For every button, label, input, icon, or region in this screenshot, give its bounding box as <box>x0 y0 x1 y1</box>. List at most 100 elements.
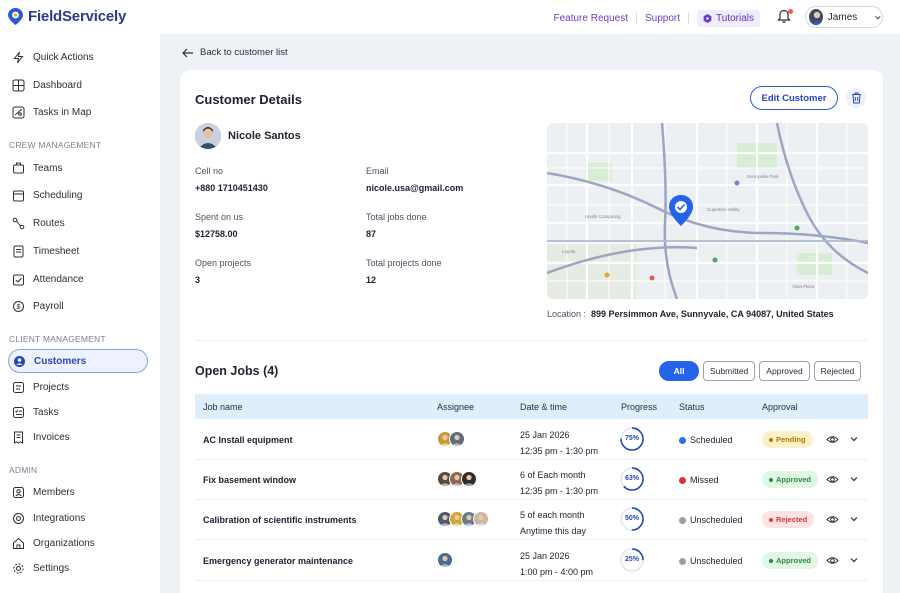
job-name[interactable]: Emergency generator maintenance <box>203 556 353 566</box>
approval-badge: Rejected <box>762 511 815 528</box>
page-title: Customer Details <box>195 92 302 107</box>
job-name[interactable]: Fix basement window <box>203 475 296 485</box>
email-label: Email <box>366 166 389 176</box>
job-name[interactable]: Calibration of scientific instruments <box>203 515 357 525</box>
invoice-icon <box>14 431 23 444</box>
payroll-icon: $ <box>13 300 24 312</box>
approval-badge: Approved <box>762 552 819 569</box>
sidebar-item-dashboard[interactable]: Dashboard <box>8 74 148 96</box>
cell-label: Cell no <box>195 166 224 176</box>
sidebar-item-label: Scheduling <box>33 189 83 201</box>
status-badge: Missed <box>679 475 719 485</box>
col-assignee[interactable]: Assignee <box>437 402 474 412</box>
sidebar-item-settings[interactable]: Settings <box>8 557 148 579</box>
job-date: 6 of Each month <box>520 470 586 480</box>
chevron-down-icon[interactable] <box>848 554 860 566</box>
sidebar-item-quick-actions[interactable]: Quick Actions <box>8 46 148 68</box>
sidebar-item-payroll[interactable]: $ Payroll <box>8 295 148 317</box>
support-link[interactable]: Support <box>637 13 688 24</box>
eye-icon[interactable] <box>826 554 839 567</box>
eye-icon[interactable] <box>826 433 839 446</box>
back-link[interactable]: Back to customer list <box>182 47 288 58</box>
top-bar: FieldServicely Feature Request Support T… <box>0 0 900 34</box>
section-title-client: CLIENT MANAGEMENT <box>9 334 106 344</box>
assignee-avatar <box>449 431 465 447</box>
email-value: nicole.usa@gmail.com <box>366 183 464 193</box>
svg-text:$: $ <box>17 304 21 311</box>
col-job-name[interactable]: Job name <box>203 402 243 412</box>
sidebar-item-routes[interactable]: Routes <box>8 212 148 234</box>
customer-avatar <box>195 123 221 149</box>
table-row[interactable]: Calibration of scientific instruments 5 … <box>195 499 868 540</box>
table-row[interactable]: AC Install equipment 25 Jan 2026 12:35 pm… <box>195 419 868 460</box>
members-icon <box>13 486 24 498</box>
lightning-icon <box>13 51 24 63</box>
sidebar-item-attendance[interactable]: Attendance <box>8 268 148 290</box>
filter-submitted[interactable]: Submitted <box>703 361 756 381</box>
feature-request-link[interactable]: Feature Request <box>545 13 636 24</box>
status-badge: Unscheduled <box>679 515 743 525</box>
notifications-button[interactable] <box>777 9 793 25</box>
sidebar-item-members[interactable]: Members <box>8 481 148 503</box>
table-row[interactable]: Fix basement window 6 of Each month 12:35… <box>195 459 868 500</box>
customers-icon <box>14 355 25 367</box>
chevron-down-icon[interactable] <box>848 513 860 525</box>
status-dot <box>679 436 686 444</box>
job-datetime: 25 Jan 2026 1:00 pm - 4:00 pm <box>520 548 593 580</box>
filter-all[interactable]: All <box>659 361 699 381</box>
job-time: 1:00 pm - 4:00 pm <box>520 567 594 577</box>
assignee-avatar <box>473 511 489 527</box>
delete-button[interactable] <box>846 88 866 108</box>
tutorials-button[interactable]: Tutorials <box>697 10 760 27</box>
sidebar-item-label: Dashboard <box>33 79 82 91</box>
sidebar-item-teams[interactable]: Teams <box>8 157 148 179</box>
progress-value: 63% <box>624 475 639 482</box>
sidebar-item-projects[interactable]: Projects <box>8 376 148 398</box>
edit-customer-button[interactable]: Edit Customer <box>750 86 838 110</box>
sidebar-item-organizations[interactable]: Organizations <box>8 532 148 554</box>
sidebar-item-tasks-in-map[interactable]: Tasks in Map <box>8 101 148 123</box>
col-progress[interactable]: Progress <box>621 402 657 412</box>
divider <box>195 340 868 341</box>
sidebar-item-scheduling[interactable]: Scheduling <box>8 184 148 206</box>
col-date-time[interactable]: Date & time <box>520 402 567 412</box>
col-approval[interactable]: Approval <box>762 402 798 412</box>
chevron-down-icon[interactable] <box>848 433 860 445</box>
approval-label: Rejected <box>776 515 808 524</box>
sidebar-item-integrations[interactable]: Integrations <box>8 507 148 529</box>
approval-label: Approved <box>776 475 812 484</box>
user-menu[interactable]: James <box>805 6 883 28</box>
chevron-down-icon[interactable] <box>848 473 860 485</box>
sidebar-item-label: Projects <box>33 381 70 393</box>
organizations-icon <box>13 537 24 549</box>
open-jobs-title: Open Jobs (4) <box>195 364 279 378</box>
job-time: 12:35 pm - 1:30 pm <box>520 446 599 456</box>
filter-rejected[interactable]: Rejected <box>813 361 862 381</box>
sidebar-item-invoices[interactable]: Invoices <box>8 426 148 448</box>
section-title-admin: ADMIN <box>9 465 38 475</box>
app-logo[interactable]: FieldServicely <box>8 8 126 25</box>
sidebar-item-label: Timesheet <box>33 245 80 257</box>
eye-icon[interactable] <box>826 473 839 486</box>
sidebar-item-customers[interactable]: Customers <box>8 349 148 373</box>
table-row[interactable]: Emergency generator maintenance 25 Jan 2… <box>195 540 868 581</box>
assignees <box>437 552 453 568</box>
sidebar-item-label: Payroll <box>33 300 64 312</box>
filter-approved[interactable]: Approved <box>759 361 810 381</box>
sidebar-item-label: Teams <box>33 162 63 174</box>
team-icon <box>13 162 24 173</box>
job-name[interactable]: AC Install equipment <box>203 435 293 445</box>
sidebar-item-label: Invoices <box>33 431 70 443</box>
col-status[interactable]: Status <box>679 402 705 412</box>
assignee-avatar <box>461 471 477 487</box>
sidebar-item-label: Customers <box>34 355 87 367</box>
sidebar-item-timesheet[interactable]: Timesheet <box>8 240 148 262</box>
sidebar-item-tasks[interactable]: Tasks <box>8 401 148 423</box>
location-map[interactable]: Apollo Computing Cupertino Valley Sunnyv… <box>547 123 868 299</box>
status-label: Scheduled <box>690 435 733 445</box>
status-label: Unscheduled <box>690 556 743 566</box>
tasks-icon <box>13 406 24 418</box>
eye-icon[interactable] <box>826 513 839 526</box>
calendar-icon <box>13 190 24 201</box>
approval-label: Approved <box>776 556 812 565</box>
